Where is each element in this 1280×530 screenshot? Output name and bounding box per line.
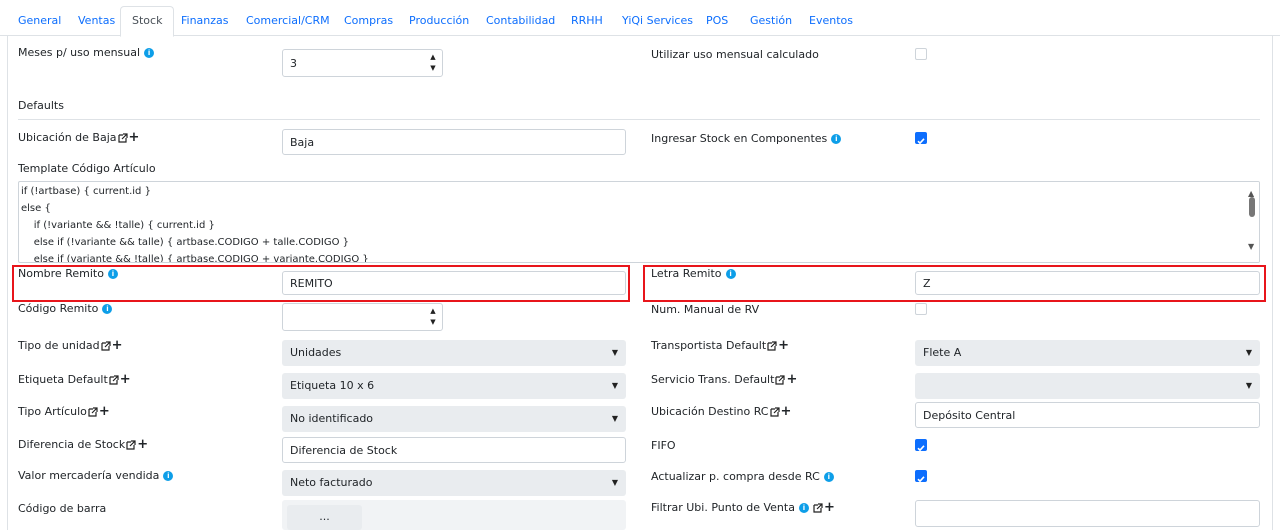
codigo-remito-label: Código Remito i [18,302,113,315]
caret-down-icon: ▼ [611,348,618,357]
code-line: else { [21,203,51,214]
plus-icon[interactable]: + [824,501,835,514]
tab-compras[interactable]: Compras [344,7,393,35]
transportista-select[interactable]: Flete A ▼ [915,340,1260,366]
diferencia-input[interactable]: Diferencia de Stock [282,437,626,463]
utilizar-label: Utilizar uso mensual calculado [651,48,819,61]
caret-down-icon: ▼ [611,414,618,423]
code-line: if (!artbase) { current.id } [21,186,151,197]
external-link-icon[interactable] [769,406,780,417]
plus-icon[interactable]: + [781,405,792,418]
ingresar-stock-label: Ingresar Stock en Componentes i [651,132,842,145]
code-line: else if (variante && !talle) { artbase.C… [21,254,369,263]
meses-label: Meses p/ uso mensual i [18,46,155,59]
scroll-down-icon[interactable]: ▼ [1248,238,1254,255]
etiqueta-select[interactable]: Etiqueta 10 x 6 ▼ [282,373,626,399]
scroll-thumb[interactable] [1249,197,1255,217]
servicio-label: Servicio Trans. Default + [651,371,798,387]
tab-ventas[interactable]: Ventas [78,7,115,35]
ubicacion-destino-input[interactable]: Depósito Central [915,402,1260,428]
info-icon[interactable]: i [102,303,113,314]
info-icon[interactable]: i [798,502,809,513]
fifo-label: FIFO [651,439,676,452]
caret-down-icon: ▼ [611,478,618,487]
defaults-heading: Defaults [18,99,64,112]
plus-icon[interactable]: + [778,339,789,352]
caret-down-icon: ▼ [1245,381,1252,390]
meses-input[interactable]: 3 ▲ ▼ [282,49,443,77]
plus-icon[interactable]: + [99,405,110,418]
code-line: else if (!variante && talle) { artbase.C… [21,237,350,248]
tipo-unidad-label: Tipo de unidad + [18,337,123,353]
ubicacion-baja-label: Ubicación de Baja + [18,129,140,145]
tab-comercial-crm[interactable]: Comercial/CRM [246,7,330,35]
valor-select[interactable]: Neto facturado ▼ [282,470,626,496]
valor-label: Valor mercadería vendida i [18,469,174,482]
external-link-icon[interactable] [109,374,119,385]
info-icon[interactable]: i [823,471,834,482]
codigo-barra-label: Código de barra [18,502,107,515]
actualizar-label: Actualizar p. compra desde RC i [651,470,834,483]
servicio-select[interactable]: ▼ [915,373,1260,399]
tipo-articulo-label: Tipo Artículo + [18,403,110,419]
tab-bar: General Ventas Stock Finanzas Comercial/… [0,0,1280,37]
tab-rrhh[interactable]: RRHH [571,7,603,35]
check-icon [917,138,925,145]
caret-down-icon: ▼ [611,381,618,390]
plus-icon[interactable]: + [137,438,148,451]
textarea-scrollbar[interactable]: ▲ ▼ [1245,182,1259,262]
utilizar-checkbox[interactable] [915,48,927,60]
external-link-icon[interactable] [775,374,786,385]
codigo-barra-button[interactable]: ... [287,505,362,530]
highlight-box [12,265,630,302]
info-icon[interactable]: i [144,47,155,58]
ubicacion-destino-label: Ubicación Destino RC + [651,403,792,419]
ubicacion-baja-input[interactable]: Baja [282,129,626,155]
code-line: if (!variante && !talle) { current.id } [21,220,215,231]
num-manual-label: Num. Manual de RV [651,303,760,316]
tab-eventos[interactable]: Eventos [809,7,853,35]
check-icon [917,476,925,483]
plus-icon[interactable]: + [129,131,140,144]
codigo-remito-input[interactable]: ▲ ▼ [282,303,443,331]
tab-general[interactable]: General [18,7,61,35]
check-icon [917,445,925,452]
external-link-icon[interactable] [126,439,136,450]
ingresar-stock-checkbox[interactable] [915,132,927,145]
template-label: Template Código Artículo [18,162,156,175]
transportista-label: Transportista Default + [651,337,790,353]
external-link-icon[interactable] [117,132,128,143]
external-link-icon[interactable] [767,340,777,351]
tab-gestion[interactable]: Gestión [750,7,792,35]
tab-produccion[interactable]: Producción [409,7,469,35]
plus-icon[interactable]: + [120,373,131,386]
highlight-box [643,265,1266,302]
tab-finanzas[interactable]: Finanzas [181,7,229,35]
template-textarea[interactable]: if (!artbase) { current.id } else { if (… [18,181,1260,263]
tipo-articulo-select[interactable]: No identificado ▼ [282,406,626,432]
plus-icon[interactable]: + [786,373,797,386]
spinner-icon[interactable]: ▲ ▼ [426,52,440,76]
etiqueta-label: Etiqueta Default + [18,371,131,387]
divider [18,119,1260,120]
tab-pos[interactable]: POS [706,7,728,35]
tab-contabilidad[interactable]: Contabilidad [486,7,555,35]
spinner-icon[interactable]: ▲ ▼ [426,306,440,330]
info-icon[interactable]: i [163,470,174,481]
external-link-icon[interactable] [813,502,823,513]
filtrar-label: Filtrar Ubi. Punto de Venta i + [651,499,835,515]
caret-down-icon: ▼ [1245,348,1252,357]
diferencia-label: Diferencia de Stock + [18,436,149,452]
plus-icon[interactable]: + [112,339,123,352]
external-link-icon[interactable] [88,406,98,417]
info-icon[interactable]: i [831,133,842,144]
external-link-icon[interactable] [101,340,111,351]
tab-yiqi-services[interactable]: YiQi Services [622,7,693,35]
fifo-checkbox[interactable] [915,439,927,452]
tab-stock[interactable]: Stock [120,6,175,37]
filtrar-input[interactable] [915,500,1260,527]
tipo-unidad-select[interactable]: Unidades ▼ [282,340,626,366]
num-manual-checkbox[interactable] [915,303,927,315]
actualizar-checkbox[interactable] [915,470,927,483]
